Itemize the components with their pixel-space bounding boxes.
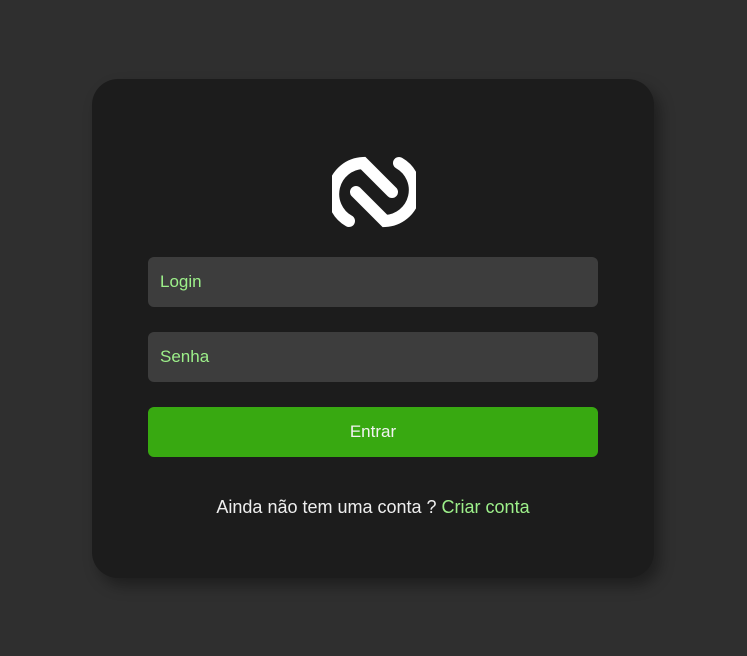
signup-row: Ainda não tem uma conta ? Criar conta <box>92 497 654 518</box>
login-input[interactable] <box>148 257 598 307</box>
login-button[interactable]: Entrar <box>148 407 598 457</box>
create-account-link[interactable]: Criar conta <box>442 497 530 517</box>
page: Entrar Ainda não tem uma conta ? Criar c… <box>0 0 747 656</box>
password-input[interactable] <box>148 332 598 382</box>
login-card: Entrar Ainda não tem uma conta ? Criar c… <box>92 79 654 578</box>
n-swirl-logo-icon <box>332 156 416 228</box>
signup-prompt: Ainda não tem uma conta ? <box>216 497 442 517</box>
